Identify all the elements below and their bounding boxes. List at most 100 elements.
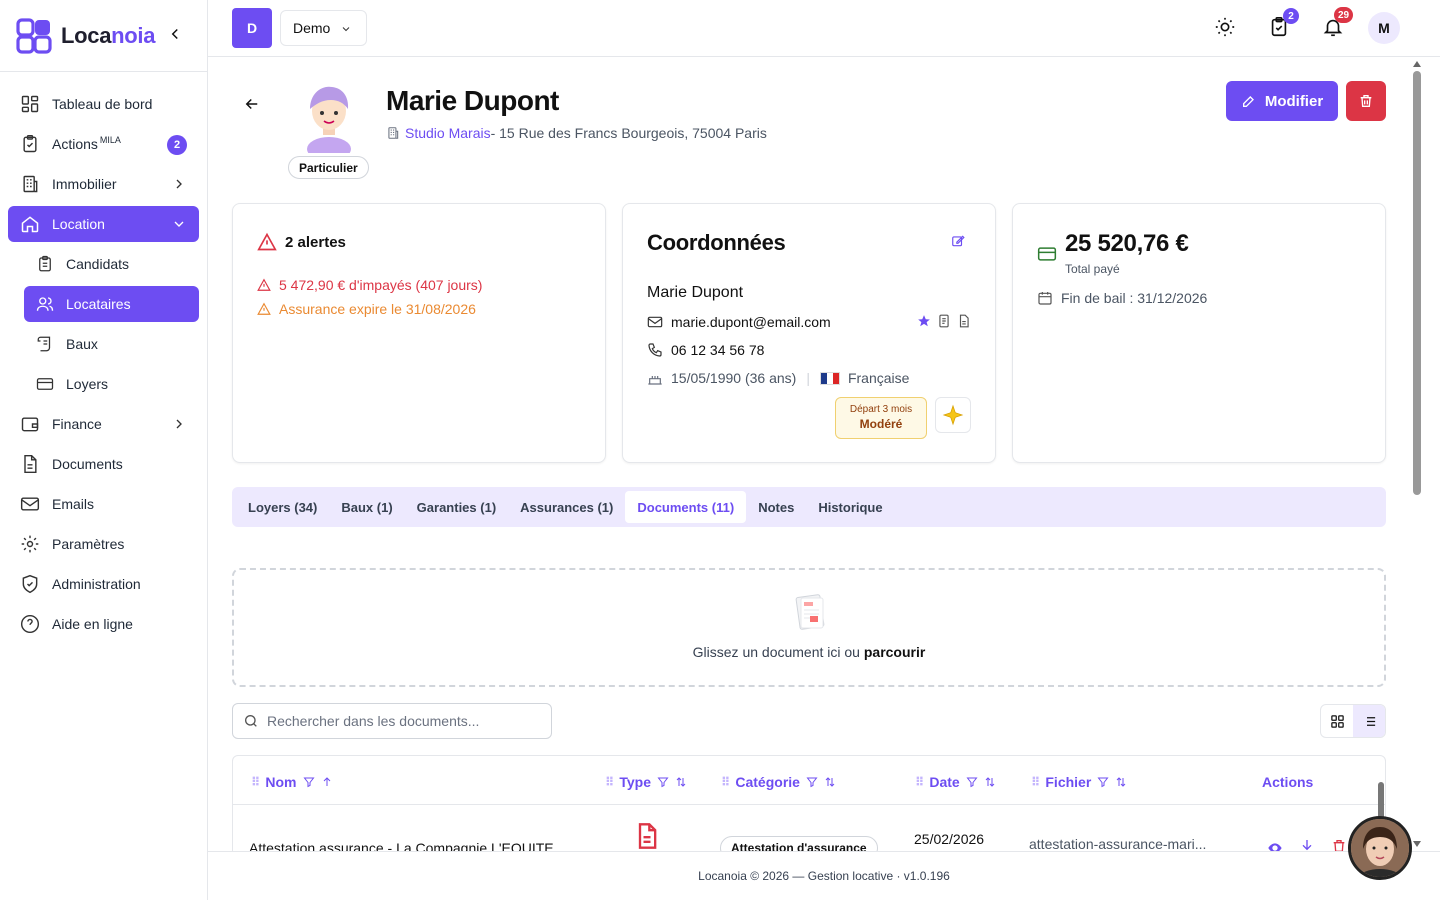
sidebar-item-label: Locataires	[66, 296, 131, 312]
sun-icon[interactable]	[1214, 16, 1236, 38]
tab-documents[interactable]: Documents (11)	[625, 491, 747, 523]
sidebar-item-emails[interactable]: Emails	[8, 486, 199, 522]
topbar: D Demo 2 29 M	[208, 0, 1440, 57]
sort-icon[interactable]	[984, 776, 996, 788]
workspace-select[interactable]: Demo	[280, 10, 367, 46]
column-header-nom[interactable]: ⠿ Nom	[251, 774, 333, 790]
sidebar-item-locataires[interactable]: Locataires	[24, 286, 199, 322]
sort-icon[interactable]	[824, 776, 836, 788]
tab-assurances[interactable]: Assurances (1)	[508, 491, 625, 523]
sidebar-item-loyers[interactable]: Loyers	[24, 366, 199, 402]
email-value[interactable]: marie.dupont@email.com	[671, 314, 831, 330]
scroll-up-icon[interactable]	[1413, 61, 1421, 67]
back-arrow-icon[interactable]	[243, 95, 261, 113]
footer: Locanoia © 2026 — Gestion locative · v1.…	[208, 851, 1440, 900]
page-scrollbar[interactable]	[1412, 57, 1440, 851]
tab-garanties[interactable]: Garanties (1)	[405, 491, 508, 523]
cell-nom[interactable]: Attestation assurance - La Compagnie L'E…	[249, 840, 554, 851]
column-header-type[interactable]: ⠿ Type	[605, 774, 687, 790]
property-link[interactable]: Studio Marais	[405, 125, 491, 141]
edit-icon	[1242, 96, 1254, 107]
edit-button[interactable]: Modifier	[1226, 81, 1338, 121]
document-search-input[interactable]: Rechercher dans les documents...	[232, 703, 552, 739]
column-header-categorie[interactable]: ⠿ Catégorie	[721, 774, 836, 790]
eye-icon[interactable]	[1267, 840, 1283, 851]
home-icon	[21, 216, 39, 233]
browse-link[interactable]: parcourir	[864, 644, 925, 660]
sidebar: Locanoia Tableau de bord Actions MILA 2 I…	[0, 0, 208, 900]
edit-button-label: Modifier	[1264, 92, 1324, 110]
filter-icon[interactable]	[302, 776, 315, 788]
drag-handle-icon[interactable]: ⠿	[915, 775, 924, 789]
notifications-badge: 29	[1334, 7, 1354, 23]
warning-triangle-icon	[257, 232, 277, 251]
filter-icon[interactable]	[966, 776, 978, 788]
sort-icon[interactable]	[1115, 776, 1127, 788]
workspace-avatar[interactable]: D	[232, 8, 272, 48]
file-icon[interactable]	[957, 314, 971, 328]
filter-icon[interactable]	[1097, 776, 1109, 788]
alert-text: Assurance expire le 31/08/2026	[279, 301, 476, 317]
cell-fichier[interactable]: attestation-assurance-mari...	[1029, 836, 1206, 851]
sidebar-item-immobilier[interactable]: Immobilier	[8, 166, 199, 202]
edit-icon[interactable]	[951, 234, 965, 248]
drag-handle-icon[interactable]: ⠿	[605, 775, 614, 789]
star-icon[interactable]	[917, 314, 931, 328]
delete-button[interactable]	[1346, 81, 1386, 121]
scroll-down-icon[interactable]	[1413, 841, 1421, 847]
brand[interactable]: Locanoia	[0, 0, 207, 72]
sidebar-item-label: Tableau de bord	[52, 96, 153, 112]
scrollbar-thumb[interactable]	[1413, 71, 1421, 495]
list-view-button[interactable]	[1353, 705, 1385, 737]
phone-value[interactable]: 06 12 34 56 78	[671, 342, 764, 358]
sidebar-item-finance[interactable]: Finance	[8, 406, 199, 442]
grid-icon	[1330, 714, 1344, 728]
sidebar-nav: Tableau de bord Actions MILA 2 Immobilier…	[0, 72, 207, 642]
birth-value: 15/05/1990 (36 ans)	[671, 370, 797, 386]
column-header-date[interactable]: ⠿ Date	[915, 774, 996, 790]
sort-up-icon[interactable]	[321, 776, 333, 788]
sidebar-item-actions[interactable]: Actions MILA 2	[8, 126, 199, 162]
sidebar-item-location[interactable]: Location	[8, 206, 199, 242]
user-avatar[interactable]: M	[1368, 12, 1400, 44]
tab-loyers[interactable]: Loyers (34)	[236, 491, 329, 523]
document-dropzone[interactable]: Glissez un document ici ou parcourir	[232, 568, 1386, 687]
sidebar-item-dashboard[interactable]: Tableau de bord	[8, 86, 199, 122]
trash-icon[interactable]	[1331, 838, 1347, 851]
id-card-icon[interactable]	[937, 314, 951, 328]
column-header-fichier[interactable]: ⠿ Fichier	[1031, 774, 1127, 790]
drag-handle-icon[interactable]: ⠿	[1031, 775, 1040, 789]
filter-icon[interactable]	[806, 776, 818, 788]
view-toggle	[1320, 704, 1386, 738]
sidebar-item-aide[interactable]: Aide en ligne	[8, 606, 199, 642]
sidebar-item-documents[interactable]: Documents	[8, 446, 199, 482]
sidebar-item-label: Emails	[52, 496, 95, 512]
dashboard-icon	[21, 95, 39, 113]
sidebar-item-candidats[interactable]: Candidats	[24, 246, 199, 282]
document-upload-icon	[795, 594, 825, 630]
drag-handle-icon[interactable]: ⠿	[251, 775, 260, 789]
assistant-chat-avatar[interactable]	[1348, 816, 1412, 880]
filter-icon[interactable]	[657, 776, 669, 788]
tab-historique[interactable]: Historique	[806, 491, 894, 523]
sidebar-item-baux[interactable]: Baux	[24, 326, 199, 362]
actions-count-badge: 2	[167, 135, 187, 155]
download-icon[interactable]	[1299, 838, 1315, 851]
document-icon	[24, 454, 37, 474]
lease-end: Fin de bail : 31/12/2026	[1037, 290, 1207, 306]
ai-sparkle-button[interactable]	[935, 397, 971, 433]
drag-handle-icon[interactable]: ⠿	[721, 775, 730, 789]
departure-risk-badge: Départ 3 mois Modéré	[835, 397, 927, 439]
sidebar-item-parametres[interactable]: Paramètres	[8, 526, 199, 562]
tab-baux[interactable]: Baux (1)	[329, 491, 404, 523]
sidebar-item-administration[interactable]: Administration	[8, 566, 199, 602]
clipboard-list-icon	[39, 255, 51, 272]
grid-view-button[interactable]	[1321, 705, 1353, 737]
clipboard-check-icon	[23, 134, 37, 153]
tab-notes[interactable]: Notes	[746, 491, 806, 523]
chevron-down-icon	[342, 27, 350, 32]
address-text: - 15 Rue des Francs Bourgeois, 75004 Par…	[490, 125, 767, 141]
alert-item-unpaid: 5 472,90 € d'impayés (407 jours)	[257, 277, 482, 293]
sort-icon[interactable]	[675, 776, 687, 788]
collapse-sidebar-icon[interactable]	[166, 25, 184, 43]
